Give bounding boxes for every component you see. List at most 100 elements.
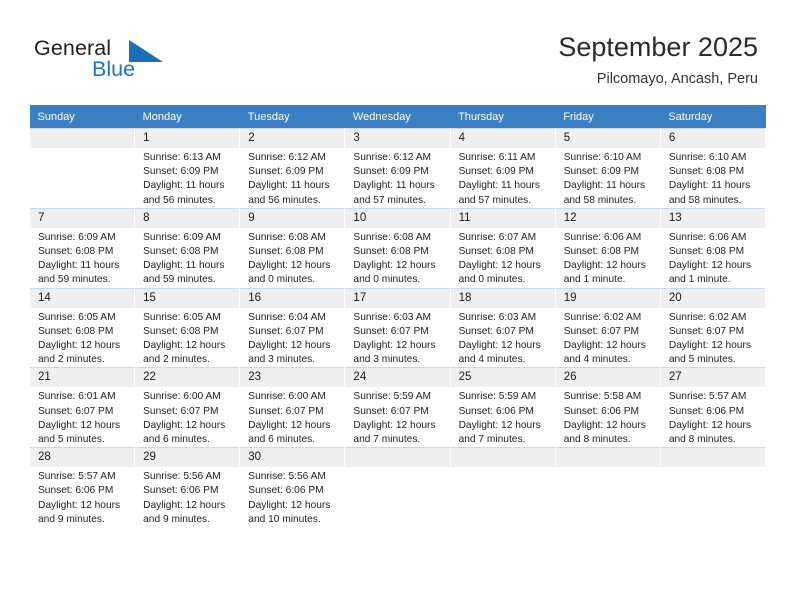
- sunrise-text: Sunrise: 6:10 AM: [668, 152, 747, 163]
- day-cell[interactable]: 8 Sunrise: 6:09 AM Sunset: 6:08 PM Dayli…: [134, 207, 241, 289]
- daylight-text-line2: and 6 minutes.: [248, 434, 316, 446]
- day-info: Sunrise: 5:57 AM Sunset: 6:06 PM Dayligh…: [661, 387, 765, 447]
- calendar-week-row: 7 Sunrise: 6:09 AM Sunset: 6:08 PM Dayli…: [28, 207, 767, 289]
- sunset-text: Sunset: 6:08 PM: [563, 246, 640, 258]
- day-cell[interactable]: 18 Sunrise: 6:03 AM Sunset: 6:07 PM Dayl…: [449, 287, 556, 368]
- day-cell[interactable]: 20 Sunrise: 6:02 AM Sunset: 6:07 PM Dayl…: [659, 287, 767, 368]
- calendar-body: 1 Sunrise: 6:13 AM Sunset: 6:09 PM Dayli…: [28, 128, 767, 528]
- day-number: 16: [240, 288, 345, 308]
- daylight-text-line2: and 6 minutes.: [143, 434, 210, 446]
- sunrise-text: Sunrise: 6:12 AM: [248, 152, 326, 163]
- day-cell[interactable]: 3 Sunrise: 6:12 AM Sunset: 6:09 PM Dayli…: [344, 128, 451, 209]
- page-subtitle: Pilcomayo, Ancash, Peru: [596, 71, 758, 87]
- page-header: General Blue September 2025 Pilcomayo, A…: [0, 0, 792, 105]
- day-cell[interactable]: 5 Sunrise: 6:10 AM Sunset: 6:09 PM Dayli…: [554, 128, 661, 209]
- day-cell[interactable]: 24 Sunrise: 5:59 AM Sunset: 6:07 PM Dayl…: [344, 367, 451, 448]
- day-number: [450, 448, 555, 468]
- day-cell[interactable]: 1 Sunrise: 6:13 AM Sunset: 6:09 PM Dayli…: [134, 128, 241, 209]
- sunset-text: Sunset: 6:06 PM: [248, 485, 324, 497]
- day-number: 9: [240, 208, 345, 228]
- day-cell[interactable]: 4 Sunrise: 6:11 AM Sunset: 6:09 PM Dayli…: [449, 128, 556, 209]
- day-cell[interactable]: 27 Sunrise: 5:57 AM Sunset: 6:06 PM Dayl…: [659, 367, 767, 448]
- daylight-text-line2: and 58 minutes.: [668, 194, 742, 206]
- day-cell[interactable]: 26 Sunrise: 5:58 AM Sunset: 6:06 PM Dayl…: [554, 367, 661, 448]
- day-cell[interactable]: 9 Sunrise: 6:08 AM Sunset: 6:08 PM Dayli…: [239, 207, 346, 289]
- day-number: [660, 448, 765, 468]
- day-number: 28: [30, 448, 135, 468]
- day-number: 20: [660, 288, 765, 308]
- daylight-text-line2: and 56 minutes.: [248, 194, 321, 206]
- day-cell[interactable]: 29 Sunrise: 5:56 AM Sunset: 6:06 PM Dayl…: [134, 447, 241, 528]
- daylight-text-line2: and 58 minutes.: [563, 194, 637, 206]
- day-number: 8: [135, 208, 240, 228]
- sunrise-text: Sunrise: 5:56 AM: [143, 471, 221, 483]
- calendar-week-row: 28 Sunrise: 5:57 AM Sunset: 6:06 PM Dayl…: [28, 447, 767, 528]
- day-cell[interactable]: 14 Sunrise: 6:05 AM Sunset: 6:08 PM Dayl…: [28, 287, 136, 368]
- sunset-text: Sunset: 6:06 PM: [668, 405, 745, 417]
- day-cell[interactable]: 23 Sunrise: 6:00 AM Sunset: 6:07 PM Dayl…: [239, 367, 346, 448]
- daylight-text-line2: and 8 minutes.: [668, 434, 736, 446]
- sunrise-text: Sunrise: 6:03 AM: [353, 311, 432, 323]
- day-info: Sunrise: 6:08 AM Sunset: 6:08 PM Dayligh…: [345, 228, 449, 288]
- day-cell[interactable]: 21 Sunrise: 6:01 AM Sunset: 6:07 PM Dayl…: [28, 367, 136, 448]
- daylight-text-line1: Daylight: 12 hours: [248, 499, 331, 511]
- day-number: 30: [240, 448, 345, 468]
- weekday-header-saturday: Saturday: [660, 105, 766, 129]
- day-cell[interactable]: 22 Sunrise: 6:00 AM Sunset: 6:07 PM Dayl…: [134, 367, 241, 448]
- title-block: September 2025 Pilcomayo, Ancash, Peru: [558, 30, 758, 88]
- sunset-text: Sunset: 6:08 PM: [668, 246, 745, 258]
- day-number: 1: [135, 129, 240, 148]
- day-number: 7: [30, 208, 135, 228]
- sunset-text: Sunset: 6:08 PM: [458, 246, 534, 258]
- sunrise-text: Sunrise: 5:59 AM: [458, 391, 537, 403]
- day-cell[interactable]: 17 Sunrise: 6:03 AM Sunset: 6:07 PM Dayl…: [344, 287, 451, 368]
- daylight-text-line1: Daylight: 12 hours: [38, 499, 121, 511]
- sunrise-text: Sunrise: 6:04 AM: [248, 311, 326, 323]
- day-cell-empty: [28, 128, 136, 209]
- daylight-text-line1: Daylight: 11 hours: [38, 260, 120, 272]
- day-number: 29: [135, 448, 240, 468]
- sunrise-text: Sunrise: 5:56 AM: [248, 471, 326, 483]
- day-cell[interactable]: 15 Sunrise: 6:05 AM Sunset: 6:08 PM Dayl…: [134, 287, 241, 368]
- weekday-header-friday: Friday: [555, 105, 661, 129]
- day-cell[interactable]: 19 Sunrise: 6:02 AM Sunset: 6:07 PM Dayl…: [554, 287, 661, 368]
- daylight-text-line2: and 7 minutes.: [458, 434, 526, 446]
- sunrise-text: Sunrise: 5:58 AM: [563, 391, 642, 403]
- day-number: 15: [135, 288, 240, 308]
- sunrise-text: Sunrise: 6:02 AM: [563, 311, 642, 323]
- day-cell[interactable]: 12 Sunrise: 6:06 AM Sunset: 6:08 PM Dayl…: [554, 207, 661, 289]
- day-number: 4: [450, 129, 555, 148]
- day-cell[interactable]: 11 Sunrise: 6:07 AM Sunset: 6:08 PM Dayl…: [449, 207, 556, 289]
- day-number: 14: [30, 288, 135, 308]
- daylight-text-line2: and 3 minutes.: [248, 354, 316, 366]
- daylight-text-line2: and 5 minutes.: [38, 434, 105, 446]
- day-cell[interactable]: 28 Sunrise: 5:57 AM Sunset: 6:06 PM Dayl…: [28, 447, 136, 528]
- day-cell[interactable]: 30 Sunrise: 5:56 AM Sunset: 6:06 PM Dayl…: [239, 447, 346, 528]
- sunset-text: Sunset: 6:09 PM: [563, 166, 640, 178]
- day-number: [30, 129, 135, 148]
- day-info: Sunrise: 6:10 AM Sunset: 6:09 PM Dayligh…: [556, 148, 660, 208]
- weekday-header-thursday: Thursday: [450, 105, 556, 129]
- day-cell[interactable]: 25 Sunrise: 5:59 AM Sunset: 6:06 PM Dayl…: [449, 367, 556, 448]
- weekday-header-row: Sunday Monday Tuesday Wednesday Thursday…: [29, 105, 766, 129]
- day-cell[interactable]: 10 Sunrise: 6:08 AM Sunset: 6:08 PM Dayl…: [344, 207, 451, 289]
- sunrise-text: Sunrise: 6:13 AM: [143, 152, 221, 163]
- sunrise-text: Sunrise: 5:57 AM: [38, 471, 116, 483]
- sunrise-text: Sunrise: 6:08 AM: [248, 231, 326, 243]
- day-cell[interactable]: 7 Sunrise: 6:09 AM Sunset: 6:08 PM Dayli…: [28, 207, 136, 289]
- daylight-text-line1: Daylight: 12 hours: [563, 340, 646, 352]
- day-cell[interactable]: 13 Sunrise: 6:06 AM Sunset: 6:08 PM Dayl…: [659, 207, 767, 289]
- sunrise-text: Sunrise: 6:06 AM: [563, 231, 642, 243]
- brand-logo[interactable]: General Blue: [34, 36, 234, 92]
- day-info: Sunrise: 6:00 AM Sunset: 6:07 PM Dayligh…: [135, 387, 239, 447]
- day-cell-empty: [449, 447, 556, 528]
- day-number: 6: [660, 129, 765, 148]
- day-cell[interactable]: 6 Sunrise: 6:10 AM Sunset: 6:08 PM Dayli…: [659, 128, 767, 209]
- sunrise-text: Sunrise: 6:10 AM: [563, 152, 642, 163]
- weekday-header-tuesday: Tuesday: [239, 105, 345, 129]
- daylight-text-line1: Daylight: 11 hours: [353, 180, 435, 192]
- daylight-text-line1: Daylight: 11 hours: [248, 180, 330, 192]
- day-cell[interactable]: 2 Sunrise: 6:12 AM Sunset: 6:09 PM Dayli…: [239, 128, 346, 209]
- sunrise-text: Sunrise: 6:08 AM: [353, 231, 432, 243]
- day-cell[interactable]: 16 Sunrise: 6:04 AM Sunset: 6:07 PM Dayl…: [239, 287, 346, 368]
